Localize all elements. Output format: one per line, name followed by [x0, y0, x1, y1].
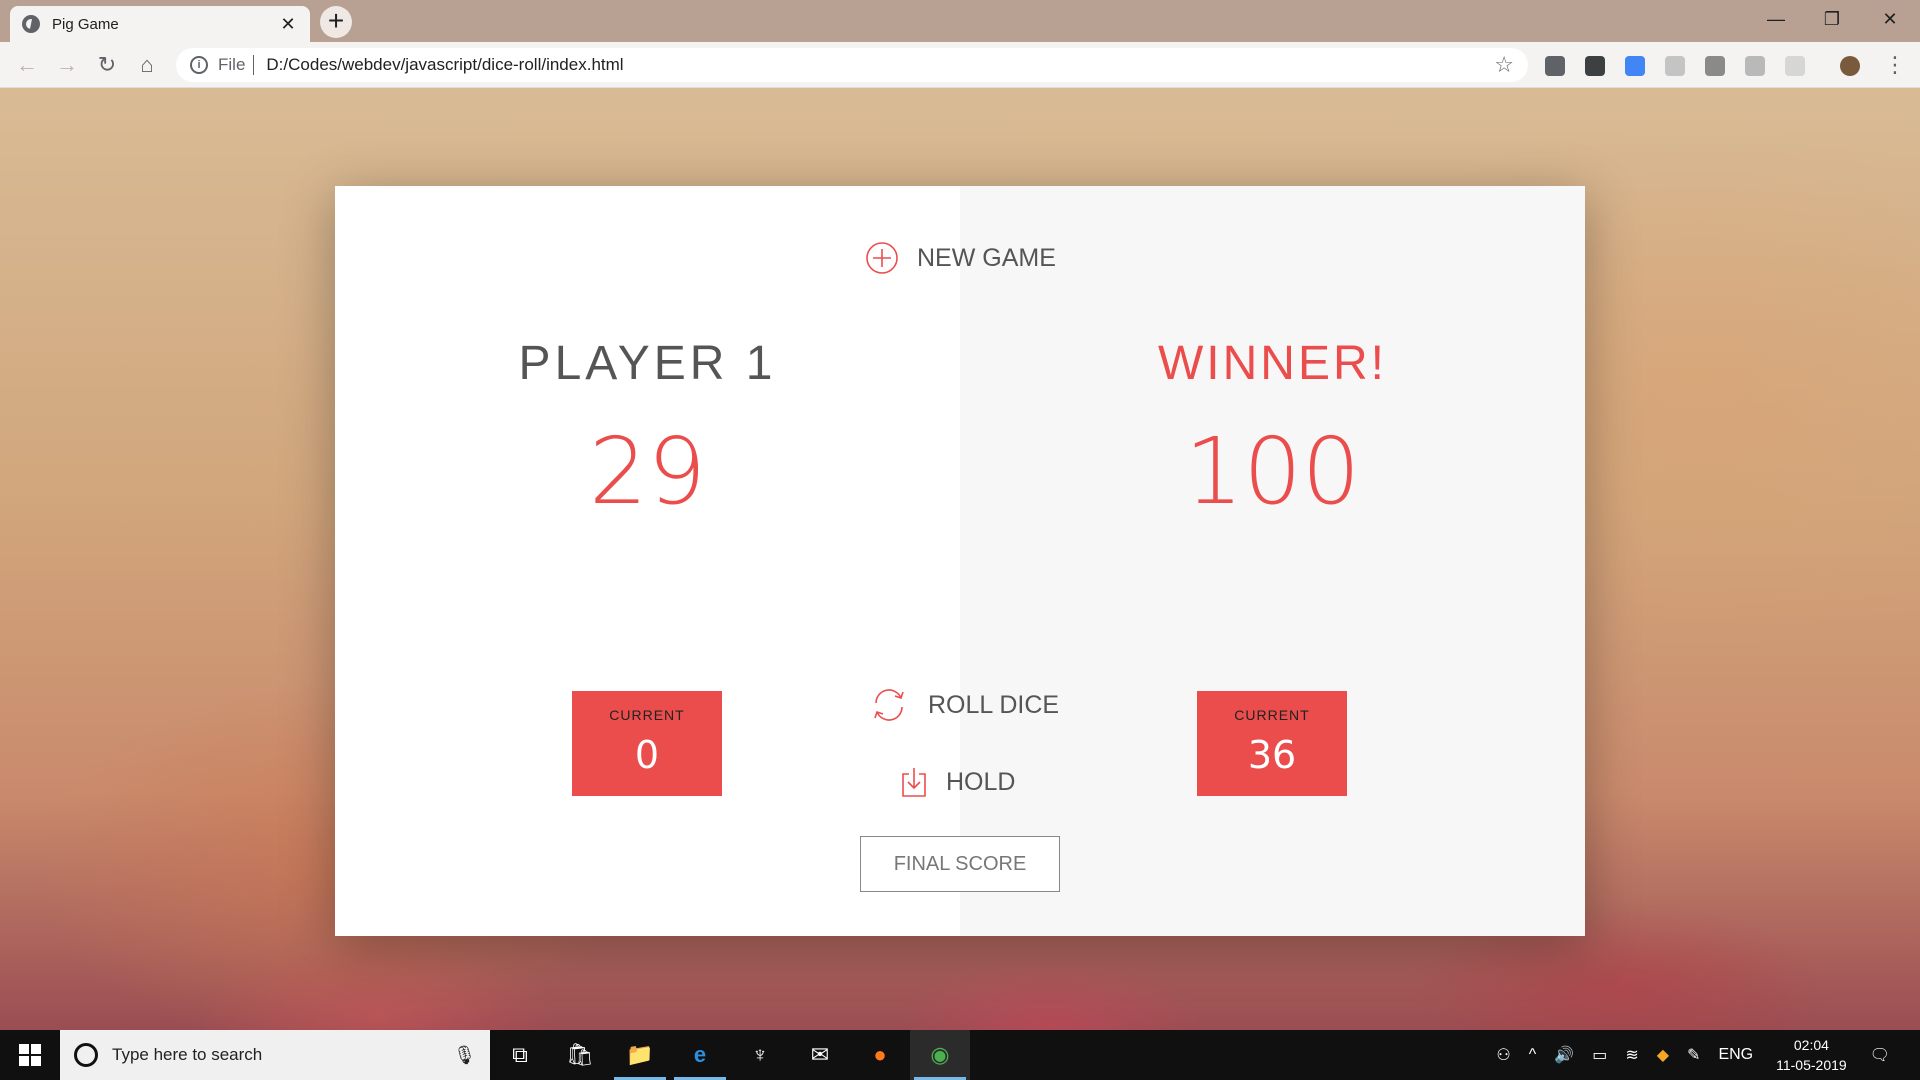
player-0-panel: Player 1 29 Current 0	[335, 186, 960, 936]
menu-kebab-icon[interactable]: ⋮	[1880, 50, 1910, 80]
cortana-icon	[74, 1043, 98, 1067]
edge-icon[interactable]: e	[670, 1030, 730, 1080]
volume-icon[interactable]: 🔊	[1545, 1045, 1583, 1065]
plus-circle-icon	[866, 242, 898, 274]
timer-extension-icon[interactable]	[1785, 56, 1805, 76]
start-button[interactable]	[0, 1030, 60, 1080]
profile-avatar[interactable]	[1840, 56, 1860, 76]
react-extension-icon[interactable]	[1745, 56, 1765, 76]
player-0-current-label: Current	[609, 707, 685, 723]
download-tray-icon	[902, 768, 926, 797]
hold-label: Hold	[946, 767, 1016, 796]
url-separator	[253, 55, 255, 75]
search-placeholder: Type here to search	[112, 1045, 263, 1064]
url-text[interactable]: D:/Codes/webdev/javascript/dice-roll/ind…	[266, 55, 1494, 75]
task-view-icon[interactable]: ⧉	[490, 1030, 550, 1080]
browser-tab[interactable]: Pig Game ✕	[10, 6, 310, 42]
battery-icon[interactable]: ▭	[1583, 1045, 1616, 1065]
windows-logo-icon	[19, 1044, 41, 1066]
new-game-button[interactable]: New game	[865, 241, 1056, 275]
mail-icon[interactable]: ✉	[790, 1030, 850, 1080]
browser-tab-strip: Pig Game ✕ + — ❐ ✕	[0, 0, 1920, 42]
wifi-icon[interactable]: ≋	[1616, 1045, 1647, 1065]
firefox-icon[interactable]: ●	[850, 1030, 910, 1080]
taskbar-search[interactable]: Type here to search 🎙	[60, 1030, 490, 1080]
camera-extension-icon[interactable]	[1665, 56, 1685, 76]
system-tray: ⚇ ^ 🔊 ▭ ≋ ◆ ✎ ENG 02:04 11-05-2019 🗨	[1487, 1030, 1920, 1080]
eraser-extension-icon[interactable]	[1585, 56, 1605, 76]
new-tab-button[interactable]: +	[320, 6, 352, 38]
clock-date: 11-05-2019	[1776, 1057, 1847, 1073]
tab-close-button[interactable]: ✕	[278, 14, 298, 35]
chrome-icon[interactable]: ◉	[910, 1030, 970, 1080]
chevron-up-icon[interactable]: ^	[1520, 1046, 1546, 1064]
home-icon[interactable]: ⌂	[132, 50, 162, 80]
player-0-name: Player 1	[518, 337, 777, 390]
url-scheme: File	[218, 55, 246, 74]
predator-app-icon[interactable]: ♆	[730, 1030, 790, 1080]
player-1-current-box: Current 36	[1197, 691, 1347, 796]
reload-icon[interactable]: ↻	[92, 50, 122, 80]
roll-dice-button[interactable]: Roll dice	[868, 686, 1059, 724]
translate-extension-icon[interactable]	[1625, 56, 1645, 76]
page-background: Player 1 29 Current 0 Winner! 100 Curren…	[0, 88, 1920, 1030]
player-1-score: 100	[1184, 418, 1361, 525]
restore-button[interactable]: ❐	[1804, 0, 1860, 40]
player-1-panel: Winner! 100 Current 36	[960, 186, 1585, 936]
player-0-current-box: Current 0	[572, 691, 722, 796]
player-0-score: 29	[588, 418, 707, 525]
microphone-icon[interactable]: 🎙	[453, 1045, 476, 1066]
people-icon[interactable]: ⚇	[1487, 1045, 1519, 1065]
clock-time: 02:04	[1793, 1037, 1829, 1053]
file-explorer-icon[interactable]: 📁	[610, 1030, 670, 1080]
address-bar[interactable]: i File D:/Codes/webdev/javascript/dice-r…	[176, 48, 1528, 82]
refresh-icon	[874, 689, 904, 721]
windows-taskbar: Type here to search 🎙 ⧉ 🛍 📁 e ♆ ✉ ● ◉ ⚇ …	[0, 1030, 1920, 1080]
game-board: Player 1 29 Current 0 Winner! 100 Curren…	[335, 186, 1585, 936]
player-0-current-score: 0	[634, 733, 660, 777]
roll-dice-label: Roll dice	[928, 690, 1060, 719]
language-indicator[interactable]: ENG	[1709, 1046, 1762, 1064]
info-icon[interactable]: i	[190, 56, 208, 74]
pen-icon[interactable]: ✎	[1678, 1045, 1709, 1065]
player-1-current-label: Current	[1234, 707, 1310, 723]
security-icon[interactable]: ◆	[1648, 1045, 1678, 1065]
new-game-label: New game	[917, 243, 1056, 272]
forward-arrow-icon[interactable]: →	[52, 50, 82, 80]
tab-title: Pig Game	[52, 15, 119, 33]
clock[interactable]: 02:04 11-05-2019	[1762, 1035, 1861, 1075]
eyedropper-extension-icon[interactable]	[1545, 56, 1565, 76]
back-arrow-icon[interactable]: ←	[12, 50, 42, 80]
player-1-current-score: 36	[1247, 733, 1297, 777]
notifications-icon[interactable]: 🗨	[1861, 1045, 1920, 1065]
bookmark-star-icon[interactable]: ☆	[1494, 52, 1514, 78]
globe-icon	[22, 15, 40, 33]
player-1-name: Winner!	[1158, 337, 1387, 390]
browser-toolbar: ← → ↻ ⌂ i File D:/Codes/webdev/javascrip…	[0, 42, 1920, 88]
text-extension-icon[interactable]	[1705, 56, 1725, 76]
hold-button[interactable]: Hold	[900, 766, 1015, 798]
minimize-button[interactable]: —	[1748, 0, 1804, 40]
store-icon[interactable]: 🛍	[550, 1030, 610, 1080]
final-score-input[interactable]: Final score	[860, 836, 1060, 892]
window-close-button[interactable]: ✕	[1862, 0, 1918, 40]
